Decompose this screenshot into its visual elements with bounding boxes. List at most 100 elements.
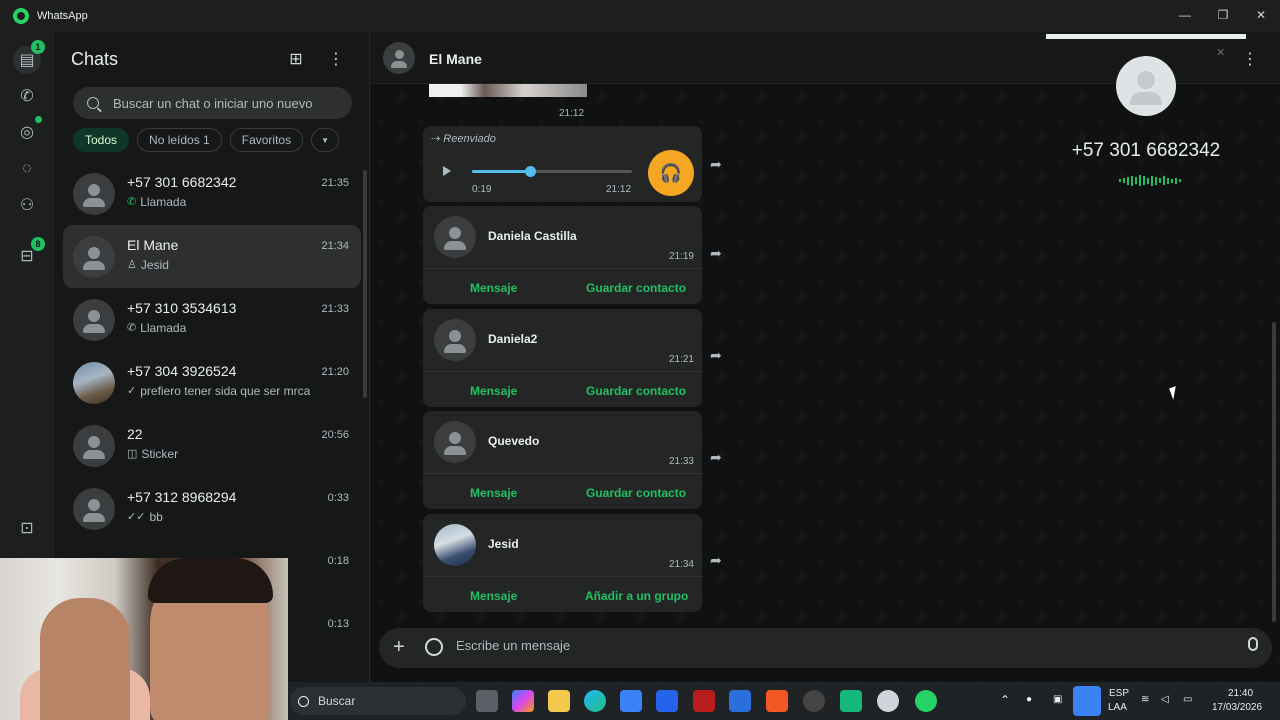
- chat-item[interactable]: +57 312 8968294 0:33 ✓✓ bb: [63, 477, 361, 540]
- forward-icon[interactable]: ➦: [710, 449, 722, 466]
- antivirus-icon[interactable]: [693, 690, 715, 712]
- keyboard-layout-indicator[interactable]: LAA: [1108, 702, 1127, 713]
- new-chat-icon: ⊞: [289, 51, 303, 68]
- message-contact-button[interactable]: Mensaje: [470, 281, 517, 295]
- microphone-tray-icon[interactable]: [1073, 686, 1101, 716]
- brave-icon[interactable]: [766, 690, 788, 712]
- phone-icon: ✆: [127, 196, 137, 208]
- contact-name: Daniela2: [488, 332, 538, 346]
- kebab-menu-icon[interactable]: ⋮: [1242, 49, 1258, 69]
- whatsapp-taskbar-icon[interactable]: [915, 690, 937, 712]
- task-view-icon[interactable]: [476, 690, 498, 712]
- chat-time: 0:13: [327, 618, 349, 630]
- battery-icon[interactable]: ▭: [1183, 694, 1192, 705]
- message-contact-button[interactable]: Mensaje: [470, 486, 517, 500]
- wifi-icon[interactable]: ≋: [1141, 694, 1149, 705]
- chat-name: +57 304 3926524: [127, 363, 237, 379]
- gallery-icon: ⊡: [20, 520, 34, 537]
- save-contact-button[interactable]: Guardar contacto: [586, 384, 686, 398]
- forward-icon[interactable]: ➦: [710, 347, 722, 364]
- filter-unread[interactable]: No leídos 1: [137, 128, 222, 152]
- sidebar-scrollbar[interactable]: [363, 170, 367, 398]
- avatar: [434, 421, 476, 463]
- store-icon[interactable]: [620, 690, 642, 712]
- chat-item[interactable]: El Mane 21:34 ♙ Jesid: [63, 225, 361, 288]
- close-icon[interactable]: ✕: [1216, 46, 1225, 59]
- chat-preview: ◫ Sticker: [127, 447, 178, 461]
- attach-icon[interactable]: +: [393, 636, 405, 659]
- media-nav-button[interactable]: ⊡: [13, 514, 41, 542]
- close-window-button[interactable]: ✕: [1242, 0, 1280, 30]
- avatar: [73, 488, 115, 530]
- channels-nav-button[interactable]: ◌: [13, 155, 41, 183]
- language-indicator[interactable]: ESP: [1109, 688, 1129, 699]
- save-contact-button[interactable]: Guardar contacto: [586, 486, 686, 500]
- call-overlay[interactable]: ✕ +57 301 6682342: [1061, 42, 1241, 192]
- taskbar-search[interactable]: Buscar: [290, 687, 466, 715]
- message-input[interactable]: [456, 638, 1196, 653]
- communities-nav-button[interactable]: ⚇: [13, 191, 41, 219]
- audio-progress-track[interactable]: [472, 166, 632, 177]
- chat-time: 21:33: [321, 303, 349, 315]
- status-new-dot: [35, 116, 42, 123]
- edge-icon[interactable]: [584, 690, 606, 712]
- status-icon: ◎: [20, 124, 34, 141]
- audio-progress-handle[interactable]: [524, 166, 536, 177]
- chat-preview-text: prefiero tener sida que ser mrca: [140, 384, 311, 398]
- minimize-button[interactable]: —: [1166, 0, 1204, 30]
- avatar: [73, 173, 115, 215]
- chat-item[interactable]: +57 310 3534613 21:33 ✆ Llamada: [63, 288, 361, 351]
- chat-name: +57 310 3534613: [127, 300, 237, 316]
- avatar: [383, 42, 415, 74]
- chat-item[interactable]: +57 301 6682342 21:35 ✆ Llamada: [63, 162, 361, 225]
- editor-app-icon[interactable]: [656, 690, 678, 712]
- copilot-icon[interactable]: [512, 690, 534, 712]
- app-icon[interactable]: [803, 690, 825, 712]
- message-contact-button[interactable]: Mensaje: [470, 589, 517, 603]
- forward-icon[interactable]: ➦: [710, 245, 722, 262]
- image-message[interactable]: [429, 84, 587, 97]
- chat-preview-text: Jesid: [140, 258, 169, 272]
- conversation-scrollbar[interactable]: [1272, 322, 1276, 622]
- chats-unread-badge: 1: [31, 40, 45, 54]
- chat-preview-text: Sticker: [141, 447, 179, 461]
- forward-icon[interactable]: ➦: [710, 552, 722, 569]
- filter-favorites[interactable]: Favoritos: [229, 128, 304, 152]
- windows-taskbar: Buscar ⌃ ● ▣ ESP LAA ≋ ◁ ▭ 21:40 17/03/2…: [288, 682, 1280, 720]
- sidebar-menu-button[interactable]: ⋮: [325, 48, 347, 70]
- emoji-icon[interactable]: [425, 638, 443, 656]
- file-explorer-icon[interactable]: [548, 690, 570, 712]
- chevron-up-icon[interactable]: ⌃: [1000, 693, 1010, 707]
- archive-icon: ⊟: [20, 248, 34, 265]
- play-icon[interactable]: [443, 166, 451, 176]
- chat-preview: ✓ prefiero tener sida que ser mrca: [127, 384, 310, 398]
- filter-all[interactable]: Todos: [73, 128, 130, 152]
- conversation-panel: El Mane ⋮ 21:12 ⇢ Reenviado 0:19 21:12 🎧…: [371, 32, 1280, 682]
- message-contact-button[interactable]: Mensaje: [470, 384, 517, 398]
- whatsapp-logo-icon: [13, 8, 29, 24]
- avatar: [434, 319, 476, 361]
- app-icon[interactable]: [840, 690, 862, 712]
- add-to-group-button[interactable]: Añadir a un grupo: [585, 589, 688, 603]
- filter-more-button[interactable]: ▼: [311, 128, 340, 152]
- contact-name: Jesid: [488, 537, 519, 551]
- clock-time[interactable]: 21:40: [1228, 688, 1253, 699]
- save-contact-button[interactable]: Guardar contacto: [586, 281, 686, 295]
- app-icon[interactable]: [877, 690, 899, 712]
- phone-icon: ✆: [20, 88, 34, 105]
- clock-date[interactable]: 17/03/2026: [1212, 702, 1262, 713]
- chat-item[interactable]: 22 20:56 ◫ Sticker: [63, 414, 361, 477]
- mail-icon[interactable]: [729, 690, 751, 712]
- chat-name: +57 301 6682342: [127, 174, 237, 190]
- microphone-icon[interactable]: [1248, 637, 1258, 651]
- audio-wave-icon: [1119, 175, 1181, 186]
- maximize-button[interactable]: ❐: [1204, 0, 1242, 30]
- calls-nav-button[interactable]: ✆: [13, 82, 41, 110]
- tray-app-icon[interactable]: ●: [1026, 694, 1032, 705]
- forward-icon[interactable]: ➦: [710, 156, 722, 173]
- search-input[interactable]: [113, 95, 333, 111]
- volume-icon[interactable]: ◁: [1161, 694, 1169, 705]
- tray-app-icon[interactable]: ▣: [1053, 694, 1062, 705]
- chat-item[interactable]: +57 304 3926524 21:20 ✓ prefiero tener si…: [63, 351, 361, 414]
- new-chat-button[interactable]: ⊞: [285, 48, 307, 70]
